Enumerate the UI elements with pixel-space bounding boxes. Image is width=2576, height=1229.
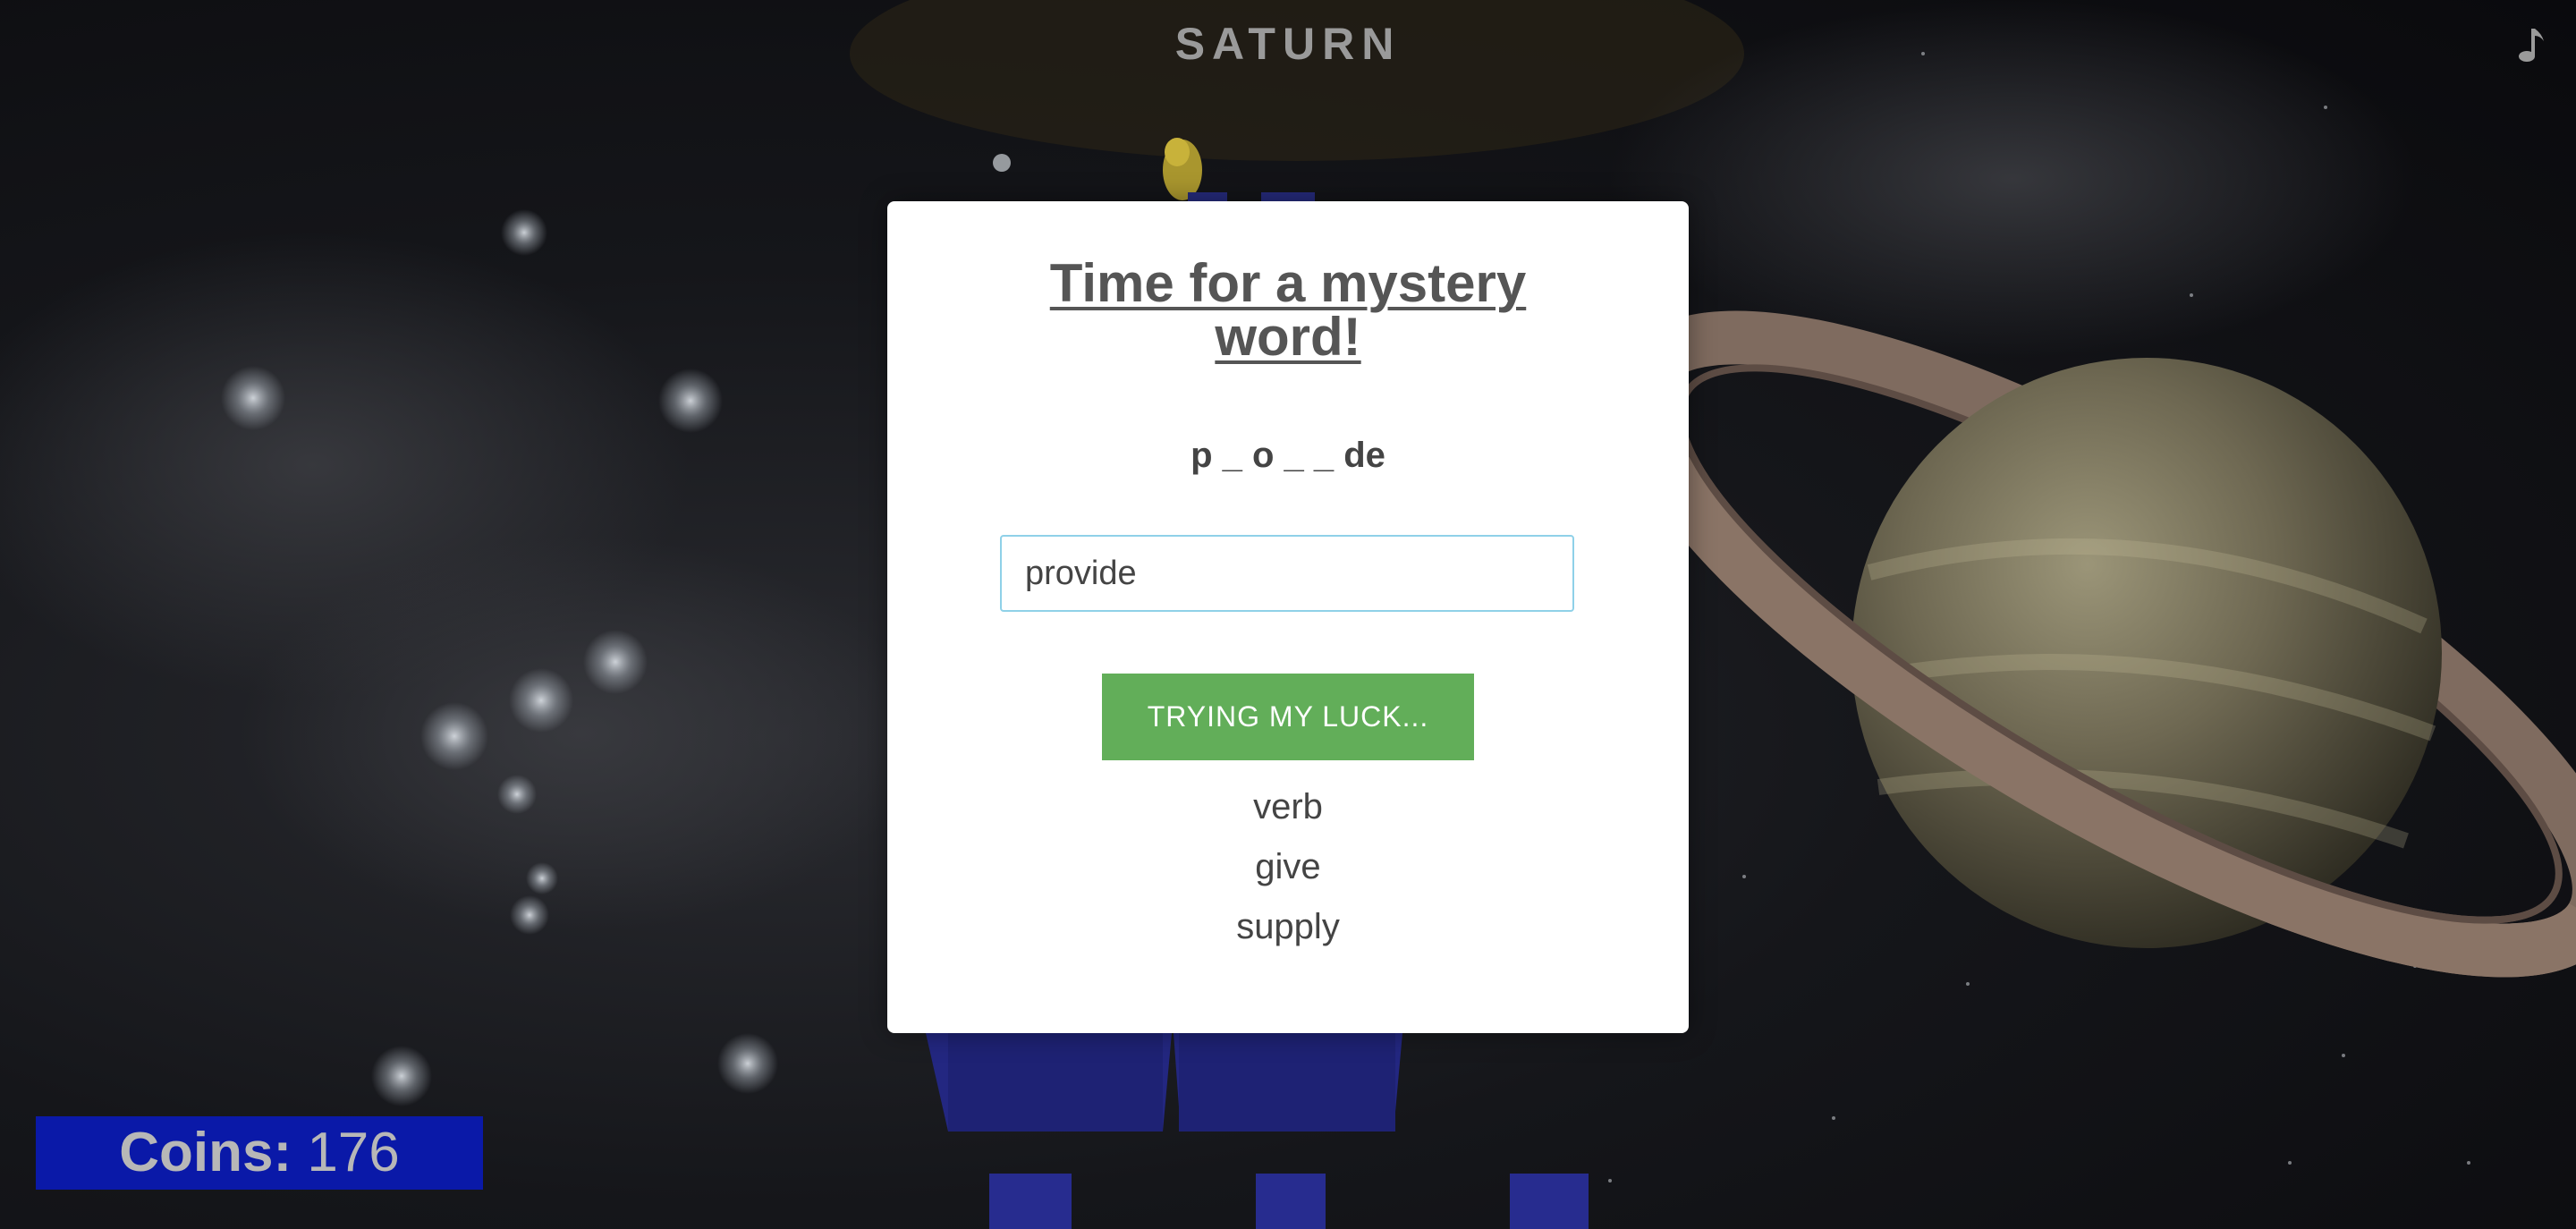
- answer-input[interactable]: [1000, 535, 1574, 612]
- music-note-icon[interactable]: [2512, 25, 2547, 64]
- word-hint: p _ o _ _ de: [1191, 436, 1385, 475]
- clue-item: verb: [1253, 787, 1323, 826]
- coins-value: 176: [307, 1122, 400, 1183]
- modal-title: Time for a mystery word!: [1049, 253, 1527, 367]
- clue-item: give: [1255, 847, 1321, 886]
- clue-item: supply: [1236, 907, 1340, 946]
- mystery-word-modal: Time for a mystery word! p _ o _ _ de TR…: [887, 201, 1689, 1033]
- coins-counter: Coins: 176: [36, 1116, 483, 1190]
- game-stage: SATURN Coins: 176 Time for a mystery wor…: [0, 0, 2576, 1229]
- game-title: SATURN: [1174, 19, 1402, 69]
- try-luck-button[interactable]: TRYING MY LUCK...: [1102, 674, 1474, 760]
- coins-label: Coins:: [119, 1122, 292, 1183]
